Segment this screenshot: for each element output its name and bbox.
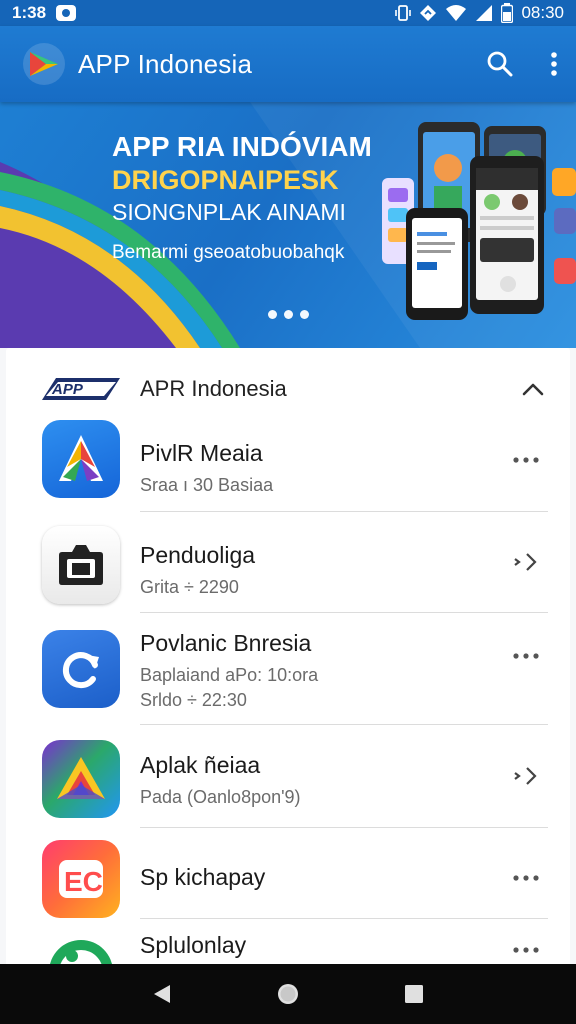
status-bar: 1:38 08:30 — [0, 0, 576, 26]
location-icon — [420, 5, 437, 21]
banner-headline: APP RIA INDÓVIAM — [112, 131, 372, 162]
app-list-item[interactable]: Povlanic Bnresia Baplaiand aPo: 10:ora S… — [6, 622, 570, 726]
status-icons: 08:30 — [395, 3, 564, 23]
more-vert-icon — [551, 52, 557, 76]
home-button[interactable] — [276, 982, 300, 1006]
app-info: Aplak ñeiaa Pada (Oanlo8pon'9) — [140, 752, 301, 808]
carousel-dot[interactable] — [267, 310, 277, 319]
recents-icon — [405, 985, 423, 1003]
more-horiz-button[interactable] — [512, 456, 540, 464]
carousel-dot[interactable] — [283, 310, 293, 319]
green-circle-icon — [42, 930, 120, 968]
app-subtitle: Baplaiand aPo: 10:ora — [140, 665, 319, 685]
status-clock: 08:30 — [521, 3, 564, 22]
section-title: APR Indonesia — [140, 376, 287, 401]
app-info: Sp kichapay — [140, 864, 265, 891]
svg-text:EC: EC — [64, 866, 103, 897]
recents-button[interactable] — [404, 984, 424, 1004]
app-info: PivlR Meaia Sraa ı 30 Basiaa — [140, 440, 273, 496]
section-logo-text: APP — [51, 381, 84, 398]
back-icon — [154, 985, 170, 1003]
notification-icon — [56, 5, 77, 21]
app-info: Penduoliga Grita ÷ 2290 — [140, 542, 255, 598]
divider — [140, 612, 548, 613]
app-subtitle-2: Srldo ÷ 22:30 — [140, 690, 247, 710]
more-horiz-button[interactable] — [512, 652, 540, 660]
app-subtitle: Sraa ı 30 Basiaa — [140, 475, 274, 495]
divider — [140, 511, 548, 512]
chevron-right-icon — [514, 553, 537, 571]
app-list-item[interactable]: Penduoliga Grita ÷ 2290 — [6, 520, 570, 613]
ec-logo-icon: EC — [42, 840, 120, 918]
app-list-item[interactable]: Splulonlay — [6, 926, 570, 968]
section-header[interactable]: APP APR Indonesia — [6, 362, 570, 416]
promo-banner[interactable]: APP RIA INDÓVIAM DRIGOPNAIPESK SIONGNPLA… — [0, 102, 576, 348]
battery-icon — [501, 3, 514, 23]
app-info: Povlanic Bnresia Baplaiand aPo: 10:ora S… — [140, 630, 318, 711]
vibrate-icon — [395, 5, 412, 21]
search-button[interactable] — [486, 50, 514, 78]
more-horiz-icon — [513, 653, 539, 659]
a-logo-icon — [42, 420, 120, 498]
app-bar: APP Indonesia — [0, 26, 576, 102]
carousel-dot[interactable] — [299, 310, 309, 319]
chevron-right-button[interactable] — [512, 766, 540, 786]
divider — [140, 918, 548, 919]
app-name: Aplak ñeiaa — [140, 752, 261, 778]
chevron-up-icon[interactable] — [522, 382, 544, 396]
banner-subhead: DRIGOPNAIPESK — [112, 165, 339, 195]
signal-icon — [476, 5, 493, 21]
back-button[interactable] — [152, 983, 172, 1005]
refresh-icon — [42, 630, 120, 708]
more-horiz-icon — [513, 875, 539, 881]
app-subtitle: Grita ÷ 2290 — [140, 577, 239, 597]
more-horiz-button[interactable] — [512, 874, 540, 882]
app-list-item[interactable]: PivlR Meaia Sraa ı 30 Basiaa — [6, 418, 570, 512]
banner-text: APP RIA INDÓVIAM DRIGOPNAIPESK SIONGNPLA… — [112, 130, 412, 265]
app-list-item[interactable]: Aplak ñeiaa Pada (Oanlo8pon'9) — [6, 738, 570, 830]
more-horiz-icon — [513, 457, 539, 463]
home-icon — [278, 984, 298, 1004]
app-name: Sp kichapay — [140, 864, 266, 890]
app-title: APP Indonesia — [78, 48, 253, 79]
banner-tagline: Bemarmi gseoatobuobahqk — [112, 242, 345, 263]
more-horiz-icon — [513, 947, 539, 953]
status-time: 1:38 — [12, 3, 47, 22]
app-list-card: APP APR Indonesia PivlR Meaia Sraa ı 30 … — [6, 348, 570, 968]
app-info: Splulonlay — [140, 932, 246, 959]
system-nav-bar — [0, 964, 576, 1024]
app-logo-icon — [23, 43, 65, 85]
app-name: PivlR Meaia — [140, 440, 263, 466]
section-logo-icon: APP — [42, 378, 120, 400]
app-name: Splulonlay — [140, 932, 247, 958]
more-options-button[interactable] — [550, 51, 558, 77]
triangle-logo-icon — [42, 740, 120, 818]
search-icon — [487, 51, 513, 77]
app-list-item[interactable]: EC Sp kichapay — [6, 838, 570, 922]
chevron-right-icon — [514, 767, 537, 785]
screen: 1:38 08:30 APP Indonesia APP RIA INDÓVIA… — [0, 0, 576, 1024]
app-name: Penduoliga — [140, 542, 256, 568]
carousel-dots[interactable] — [0, 310, 576, 319]
divider — [140, 827, 548, 828]
camera-icon — [42, 526, 120, 604]
app-subtitle: Pada (Oanlo8pon'9) — [140, 787, 301, 807]
app-actions — [486, 50, 558, 78]
app-name: Povlanic Bnresia — [140, 630, 312, 656]
more-horiz-button[interactable] — [512, 946, 540, 954]
chevron-right-button[interactable] — [512, 552, 540, 572]
phones-illustration — [382, 122, 576, 320]
divider — [140, 724, 548, 725]
wifi-icon — [446, 5, 467, 21]
banner-subhead-2: SIONGNPLAK AINAMI — [112, 199, 346, 225]
